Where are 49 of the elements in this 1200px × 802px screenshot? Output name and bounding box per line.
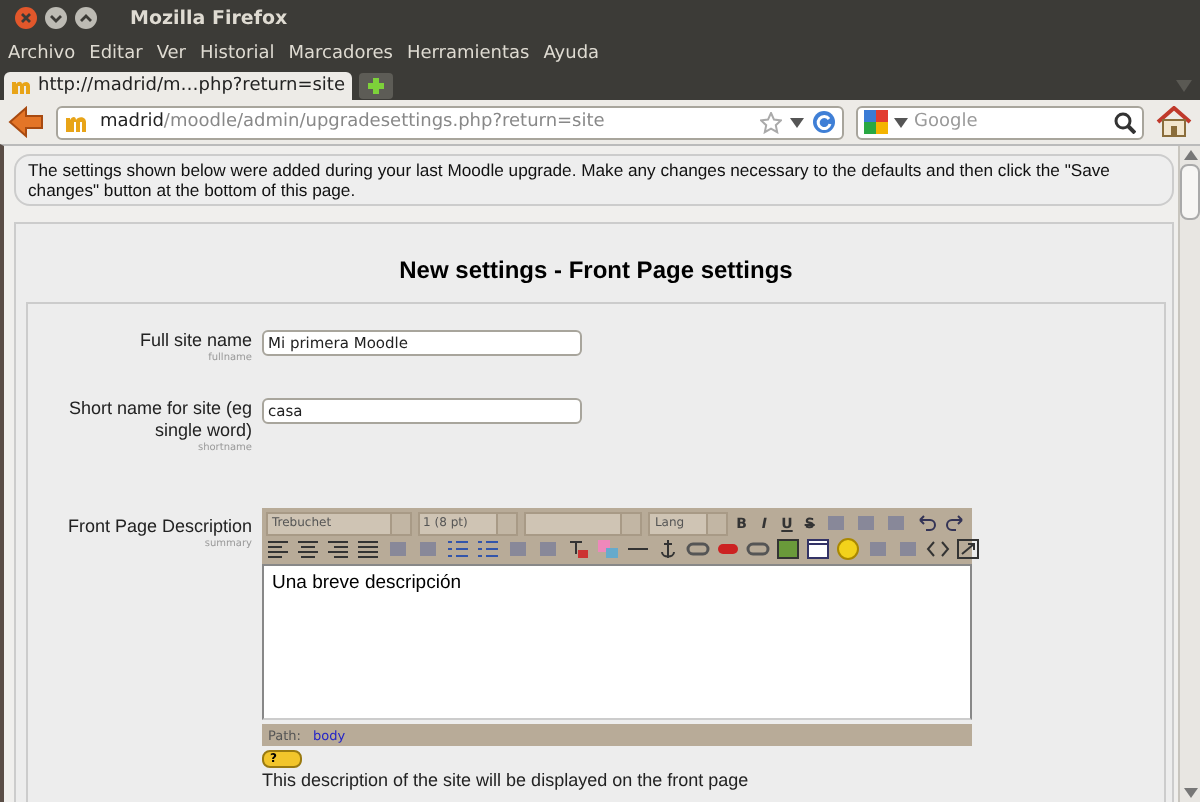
scroll-down-icon[interactable] xyxy=(1183,788,1197,798)
fullscreen-icon[interactable] xyxy=(956,538,980,560)
align-right-icon[interactable] xyxy=(326,538,350,560)
text-color-icon[interactable] xyxy=(566,538,590,560)
unlink-icon[interactable] xyxy=(716,538,740,560)
menu-item[interactable]: Ver xyxy=(156,44,187,64)
background-color-icon[interactable] xyxy=(596,538,620,560)
notice-message: The settings shown below were added during your last Moodle upgrade. Make any changes necessary to the defaults and then click the "Save changes" button at the bottom of this page. xyxy=(14,154,1174,206)
ordered-list-icon[interactable] xyxy=(446,538,470,560)
align-center-icon[interactable] xyxy=(296,538,320,560)
anchor-icon[interactable] xyxy=(656,538,680,560)
search-icon[interactable] xyxy=(1114,111,1136,133)
bookmark-star-icon[interactable] xyxy=(760,111,782,133)
reload-icon[interactable] xyxy=(812,110,836,134)
menu-item[interactable]: Historial xyxy=(200,44,275,64)
scrollbar[interactable] xyxy=(1178,146,1200,802)
scroll-up-icon[interactable] xyxy=(1183,150,1197,160)
menu-item[interactable]: Herramientas xyxy=(406,44,530,64)
back-icon[interactable] xyxy=(8,106,44,138)
menu-item[interactable]: Editar xyxy=(89,44,143,64)
bullet-list-icon[interactable] xyxy=(476,538,500,560)
setting-description: This description of the site will be displayed on the front page xyxy=(262,770,749,790)
setting-label: Full site name xyxy=(137,330,252,352)
nolink-icon[interactable] xyxy=(746,538,770,560)
table-icon[interactable] xyxy=(806,538,830,560)
home-icon[interactable] xyxy=(1156,106,1192,138)
browser-tab[interactable]: http://madrid/m…php?return=site xyxy=(4,72,352,100)
link-icon[interactable] xyxy=(686,538,710,560)
scroll-thumb[interactable] xyxy=(1180,164,1200,220)
menu-item[interactable]: Ayuda xyxy=(543,44,600,64)
section-heading: New settings - Front Page settings xyxy=(397,254,795,288)
menu-item[interactable]: Marcadores xyxy=(288,44,393,64)
redo-icon[interactable] xyxy=(944,512,969,534)
setting-label: Front Page Description xyxy=(65,516,252,538)
align-left-icon[interactable] xyxy=(266,538,290,560)
menu-item[interactable]: Archivo xyxy=(8,44,76,64)
new-tab-icon[interactable] xyxy=(357,72,394,100)
minimize-icon[interactable] xyxy=(44,6,68,30)
address-field[interactable]: madrid/moodle/admin/upgradesettings.php?return=site xyxy=(56,105,844,139)
justify-icon[interactable] xyxy=(356,538,380,560)
site-icon xyxy=(10,76,34,96)
editor-text-area[interactable]: Una breve descripción xyxy=(262,564,972,720)
close-icon[interactable] xyxy=(14,6,38,30)
setting-label: Short name for site (eg single word) xyxy=(66,398,252,442)
window-title: Mozilla Firefox xyxy=(130,7,288,29)
image-icon[interactable] xyxy=(776,538,800,560)
undo-icon[interactable] xyxy=(914,512,939,534)
html-source-icon[interactable] xyxy=(926,538,950,560)
maximize-icon[interactable] xyxy=(74,6,98,30)
